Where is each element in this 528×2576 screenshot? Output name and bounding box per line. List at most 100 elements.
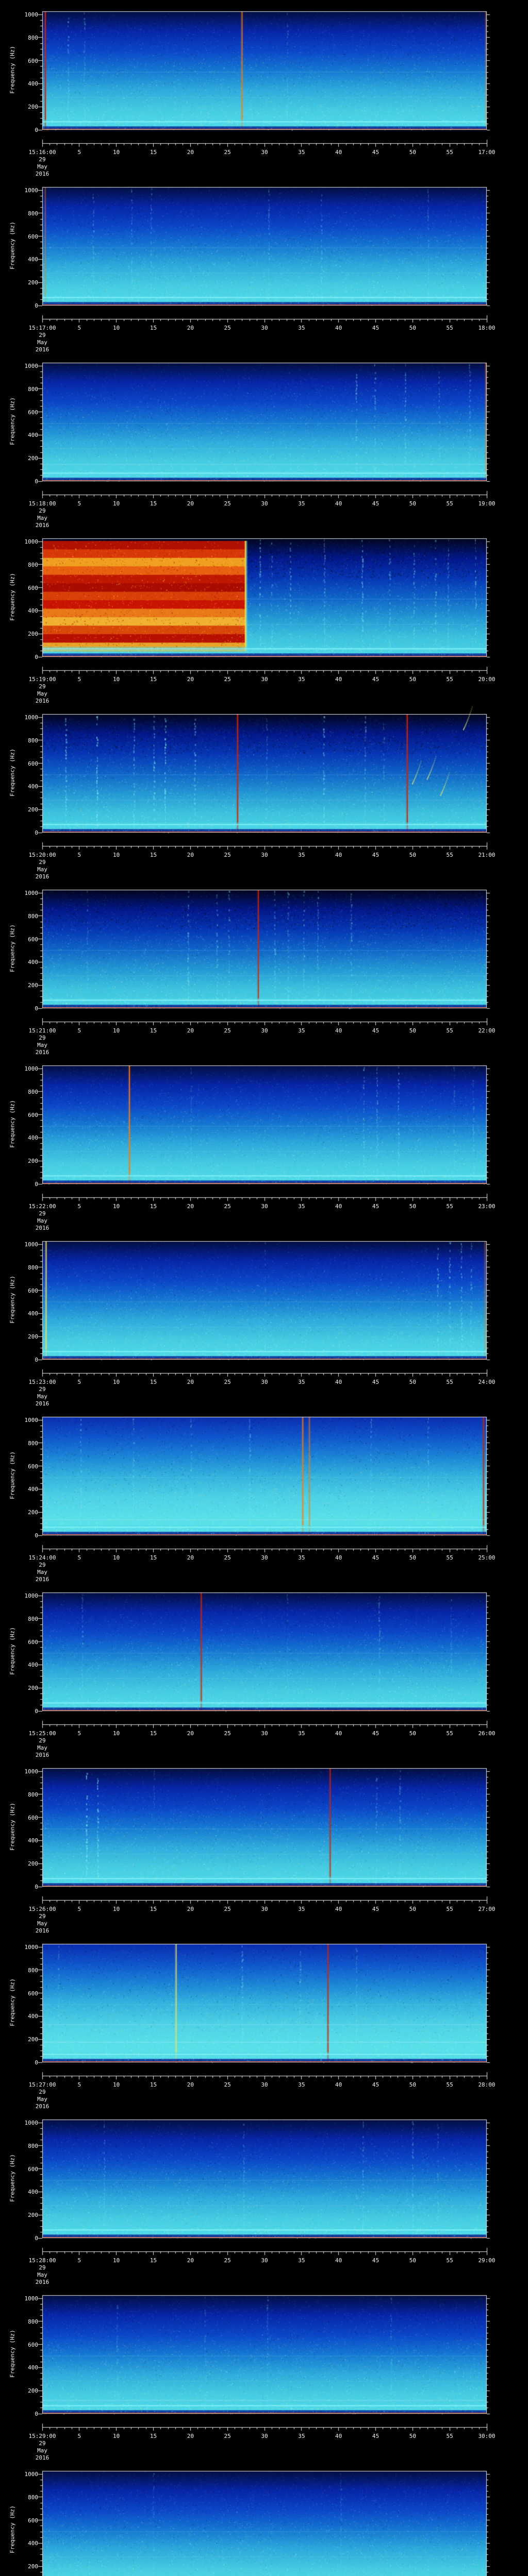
x-tick-label: 50 bbox=[409, 852, 416, 858]
x-axis-date-line: 29 bbox=[39, 1562, 46, 1568]
y-tick-label: 600 bbox=[28, 233, 38, 240]
x-axis-end-time: 30:00 bbox=[478, 2433, 496, 2439]
y-tick-label: 200 bbox=[28, 631, 38, 638]
x-tick-label: 20 bbox=[187, 2433, 194, 2439]
x-tick-label: 50 bbox=[409, 1203, 416, 1210]
y-tick-label: 0 bbox=[35, 829, 38, 836]
x-tick-label: 25 bbox=[224, 325, 231, 331]
spectrogram-panel: Frequency (Hz) 0 200 400 600 800 1000 5 10 15 20 25… bbox=[0, 2284, 528, 2461]
x-tick-label: 5 bbox=[77, 1027, 81, 1034]
y-tick-label: 0 bbox=[35, 302, 38, 309]
x-tick-label: 30 bbox=[261, 1379, 268, 1385]
y-tick-label: 200 bbox=[28, 279, 38, 286]
spectrogram-panel: Frequency (Hz) 0 200 400 600 800 1000 5 10 15 20 25… bbox=[0, 878, 528, 1056]
x-tick-label: 20 bbox=[187, 500, 194, 507]
x-tick-label: 25 bbox=[224, 149, 231, 156]
spectrogram-panel: Frequency (Hz) 0 200 400 600 800 1000 5 10 15 20 25… bbox=[0, 1581, 528, 1758]
x-tick-label: 30 bbox=[261, 1906, 268, 1912]
x-tick-label: 45 bbox=[372, 1906, 380, 1912]
y-tick-label: 1000 bbox=[24, 2295, 39, 2302]
x-tick-label: 40 bbox=[335, 676, 342, 683]
x-axis-date-line: May bbox=[37, 866, 47, 873]
x-tick-label: 55 bbox=[446, 1379, 453, 1385]
y-axis-title: Frequency (Hz) bbox=[9, 573, 16, 621]
x-axis-date-line: 29 bbox=[39, 332, 46, 338]
x-axis-start-time: 15:17:00 bbox=[28, 325, 56, 331]
x-tick-label: 25 bbox=[224, 2257, 231, 2264]
y-tick-label: 600 bbox=[28, 1463, 38, 1470]
x-tick-label: 10 bbox=[113, 2433, 120, 2439]
y-tick-label: 1000 bbox=[24, 1768, 39, 1775]
x-tick-label: 25 bbox=[224, 852, 231, 858]
x-axis-end-time: 20:00 bbox=[478, 676, 496, 683]
y-axis-title: Frequency (Hz) bbox=[9, 397, 16, 445]
y-tick-label: 400 bbox=[28, 2364, 38, 2371]
x-axis-date-line: 29 bbox=[39, 1737, 46, 1744]
y-tick-label: 800 bbox=[28, 1088, 38, 1095]
x-tick-label: 30 bbox=[261, 852, 268, 858]
x-tick-label: 5 bbox=[77, 1906, 81, 1912]
y-tick-label: 1000 bbox=[24, 714, 39, 721]
y-tick-label: 400 bbox=[28, 783, 38, 790]
x-tick-label: 35 bbox=[298, 1730, 305, 1737]
x-tick-label: 5 bbox=[77, 1730, 81, 1737]
x-axis-date-line: May bbox=[37, 2096, 47, 2103]
x-axis-date-line: May bbox=[37, 163, 47, 170]
y-tick-label: 400 bbox=[28, 80, 38, 88]
x-tick-label: 20 bbox=[187, 149, 194, 156]
x-axis-end-time: 18:00 bbox=[478, 325, 496, 331]
y-tick-label: 400 bbox=[28, 607, 38, 615]
x-tick-label: 30 bbox=[261, 500, 268, 507]
y-tick-label: 0 bbox=[35, 127, 38, 133]
x-tick-label: 45 bbox=[372, 149, 380, 156]
y-axis-title: Frequency (Hz) bbox=[9, 2505, 16, 2553]
y-tick-label: 600 bbox=[28, 57, 38, 64]
x-tick-label: 45 bbox=[372, 2433, 380, 2439]
y-tick-label: 200 bbox=[28, 2563, 38, 2570]
x-axis-end-time: 26:00 bbox=[478, 1730, 496, 1737]
x-axis-end-time: 19:00 bbox=[478, 500, 496, 507]
x-tick-label: 10 bbox=[113, 852, 120, 858]
x-tick-label: 15 bbox=[150, 852, 157, 858]
x-tick-label: 15 bbox=[150, 2257, 157, 2264]
x-tick-label: 25 bbox=[224, 2433, 231, 2439]
x-axis-date-line: May bbox=[37, 2447, 47, 2454]
x-tick-label: 30 bbox=[261, 2257, 268, 2264]
y-tick-label: 1000 bbox=[24, 187, 39, 194]
y-tick-label: 600 bbox=[28, 2517, 38, 2524]
y-tick-label: 1000 bbox=[24, 2471, 39, 2478]
x-tick-label: 20 bbox=[187, 1554, 194, 1561]
x-axis-end-time: 27:00 bbox=[478, 1906, 496, 1912]
x-tick-label: 55 bbox=[446, 676, 453, 683]
y-tick-label: 400 bbox=[28, 959, 38, 966]
y-axis-title: Frequency (Hz) bbox=[9, 1627, 16, 1675]
x-tick-label: 10 bbox=[113, 149, 120, 156]
x-axis-date-line: 29 bbox=[39, 2440, 46, 2447]
x-tick-label: 25 bbox=[224, 2081, 231, 2088]
x-axis-date-line: 29 bbox=[39, 156, 46, 163]
y-axis-title: Frequency (Hz) bbox=[9, 1276, 16, 1324]
x-tick-label: 35 bbox=[298, 1379, 305, 1385]
x-axis-start-time: 15:27:00 bbox=[28, 2081, 56, 2088]
x-tick-label: 55 bbox=[446, 149, 453, 156]
x-tick-label: 45 bbox=[372, 1730, 380, 1737]
x-axis-start-time: 15:25:00 bbox=[28, 1730, 56, 1737]
y-tick-label: 200 bbox=[28, 455, 38, 462]
x-tick-label: 15 bbox=[150, 2433, 157, 2439]
x-tick-label: 30 bbox=[261, 1203, 268, 1210]
x-axis-start-time: 15:22:00 bbox=[28, 1203, 56, 1210]
x-tick-label: 20 bbox=[187, 1906, 194, 1912]
x-axis-date-line: 29 bbox=[39, 859, 46, 866]
x-tick-label: 55 bbox=[446, 2081, 453, 2088]
x-tick-label: 40 bbox=[335, 1906, 342, 1912]
y-axis-title: Frequency (Hz) bbox=[9, 924, 16, 972]
x-tick-label: 40 bbox=[335, 2081, 342, 2088]
y-tick-label: 800 bbox=[28, 210, 38, 217]
x-tick-label: 40 bbox=[335, 325, 342, 331]
x-axis-start-time: 15:28:00 bbox=[28, 2257, 56, 2264]
x-tick-label: 40 bbox=[335, 1379, 342, 1385]
x-axis-start-time: 15:24:00 bbox=[28, 1554, 56, 1561]
x-tick-label: 40 bbox=[335, 1730, 342, 1737]
x-axis-date-line: 29 bbox=[39, 1035, 46, 1041]
y-tick-label: 1000 bbox=[24, 1944, 39, 1951]
